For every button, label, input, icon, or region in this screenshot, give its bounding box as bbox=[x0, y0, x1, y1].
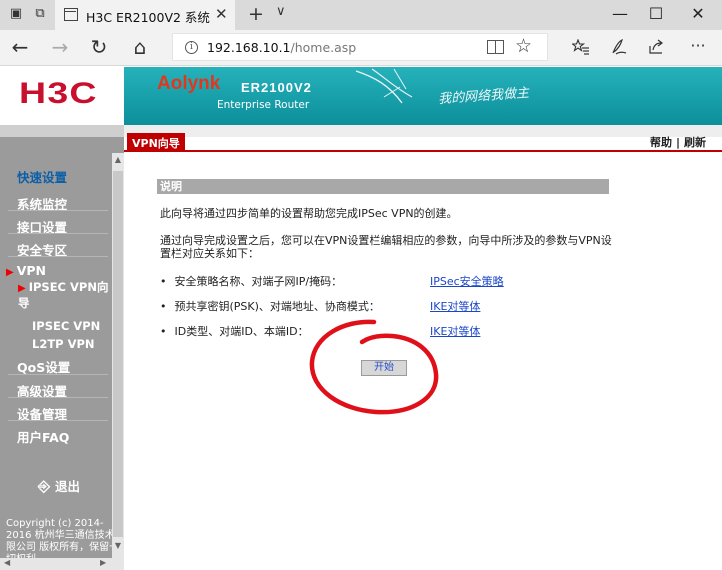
h3c-logo: H3C bbox=[19, 77, 98, 110]
note-text-line1: 通过向导完成设置之后，您可以在VPN设置栏编辑相应的参数，向导中所涉及的参数与V… bbox=[160, 234, 612, 247]
back-button[interactable]: ← bbox=[8, 36, 32, 58]
sidebar-sub-l2tp-vpn[interactable]: L2TP VPN bbox=[32, 337, 95, 352]
sidebar-sub-ipsec-wizard[interactable]: ▶ IPSEC VPN向导 bbox=[18, 280, 110, 311]
router-admin-page: H3C Aolynk ER2100V2 Enterprise Router 我的… bbox=[0, 67, 722, 570]
refresh-link[interactable]: 刷新 bbox=[684, 136, 706, 149]
sub-banner-band-left bbox=[0, 125, 124, 137]
forward-button[interactable]: → bbox=[48, 36, 72, 58]
scroll-up-icon[interactable]: ▲ bbox=[113, 155, 123, 164]
reading-view-icon[interactable] bbox=[487, 40, 504, 54]
share-icon[interactable] bbox=[648, 38, 666, 56]
home-button[interactable]: ⌂ bbox=[128, 36, 152, 58]
divider bbox=[8, 256, 108, 257]
nav-bar: ← → ↻ ⌂ i 192.168.10.1/home.asp ☆ ··· bbox=[0, 30, 722, 66]
scroll-down-icon[interactable]: ▼ bbox=[113, 541, 123, 550]
divider bbox=[8, 420, 108, 421]
main-content: VPN向导 帮助 | 刷新 说明 此向导将通过四步简单的设置帮助您完成IPSec V… bbox=[124, 133, 722, 570]
tab-vpn-wizard[interactable]: VPN向导 bbox=[127, 133, 185, 152]
product-subtitle: Enterprise Router bbox=[217, 99, 310, 111]
url-text: 192.168.10.1/home.asp bbox=[207, 40, 357, 55]
sidebar-h-scrollbar[interactable] bbox=[0, 558, 112, 570]
site-info-icon[interactable]: i bbox=[185, 41, 198, 54]
note-text-line2: 置栏对应关系如下： bbox=[160, 247, 259, 260]
ike-peer-link[interactable]: IKE对等体 bbox=[430, 298, 480, 314]
sidebar-sub-ipsec-vpn[interactable]: IPSEC VPN bbox=[32, 319, 100, 334]
scroll-thumb[interactable] bbox=[113, 171, 123, 537]
intro-text: 此向导将通过四步简单的设置帮助您完成IPSec VPN的创建。 bbox=[160, 207, 458, 220]
mapping-item: • 预共享密钥(PSK)、对端地址、协商模式： bbox=[160, 300, 380, 313]
current-arrow-icon: ▶ bbox=[6, 267, 14, 278]
content-header: VPN向导 帮助 | 刷新 bbox=[124, 133, 722, 152]
start-button[interactable]: 开始 bbox=[361, 360, 407, 376]
new-tab-button[interactable]: + bbox=[248, 3, 264, 25]
mapping-item: • ID类型、对端ID、本端ID： bbox=[160, 325, 309, 338]
scroll-left-icon[interactable]: ◀ bbox=[4, 558, 10, 567]
favorite-star-icon[interactable]: ☆ bbox=[515, 35, 532, 57]
page-icon bbox=[64, 8, 78, 21]
logout-icon: ⎆ bbox=[38, 477, 51, 495]
tab-list-chevron-icon[interactable]: ∨ bbox=[276, 4, 286, 19]
sidebar-title-quick-setup[interactable]: 快速设置 bbox=[17, 167, 67, 186]
banner-logo-area: H3C bbox=[0, 67, 124, 125]
favorites-hub-icon[interactable] bbox=[572, 39, 590, 55]
mapping-item: • 安全策略名称、对端子网IP/掩码： bbox=[160, 275, 343, 288]
divider bbox=[8, 233, 108, 234]
sidebar-item-faq[interactable]: 用户FAQ bbox=[17, 427, 69, 446]
ike-peer-link[interactable]: IKE对等体 bbox=[430, 323, 480, 339]
product-model: ER2100V2 bbox=[241, 80, 312, 95]
banner: H3C Aolynk ER2100V2 Enterprise Router 我的… bbox=[0, 67, 722, 125]
divider bbox=[8, 397, 108, 398]
maximize-button[interactable]: ☐ bbox=[646, 4, 666, 23]
tab-strip: ▣ ⧉ H3C ER2100V2 系统管理 ✕ + ∨ — ☐ ✕ bbox=[0, 0, 722, 30]
section-title: 说明 bbox=[157, 179, 609, 194]
current-arrow-icon: ▶ bbox=[18, 283, 26, 294]
ipsec-policy-link[interactable]: IPSec安全策略 bbox=[430, 273, 504, 289]
more-icon[interactable]: ··· bbox=[686, 35, 710, 57]
tab-active[interactable]: H3C ER2100V2 系统管理 ✕ bbox=[55, 0, 235, 30]
browser-window: ▣ ⧉ H3C ER2100V2 系统管理 ✕ + ∨ — ☐ ✕ ← → ↻ … bbox=[0, 0, 722, 570]
close-window-button[interactable]: ✕ bbox=[688, 4, 708, 23]
divider bbox=[8, 374, 108, 375]
tab-close-icon[interactable]: ✕ bbox=[215, 5, 228, 23]
sidebar-item-vpn[interactable]: ▶ VPN bbox=[6, 263, 46, 278]
scroll-right-icon[interactable]: ▶ bbox=[100, 558, 106, 567]
set-aside-tabs-icon[interactable]: ▣ bbox=[8, 7, 24, 21]
divider bbox=[8, 210, 108, 211]
show-tabs-icon[interactable]: ⧉ bbox=[32, 7, 48, 21]
tab-title: H3C ER2100V2 系统管理 bbox=[86, 10, 210, 25]
product-brand: Aolynk bbox=[157, 73, 221, 94]
logout-button[interactable]: ⎆ 退出 bbox=[38, 476, 80, 495]
address-bar[interactable]: i 192.168.10.1/home.asp ☆ bbox=[172, 33, 548, 61]
help-links: 帮助 | 刷新 bbox=[649, 136, 706, 149]
help-link[interactable]: 帮助 bbox=[650, 136, 672, 149]
refresh-button[interactable]: ↻ bbox=[87, 36, 111, 58]
minimize-button[interactable]: — bbox=[610, 4, 630, 23]
sidebar: 快速设置 系统监控 接口设置 安全专区 ▶ VPN ▶ IPSEC VPN向导 IP… bbox=[0, 137, 124, 570]
pen-note-icon[interactable] bbox=[610, 38, 628, 56]
banner-decoration bbox=[355, 68, 413, 104]
